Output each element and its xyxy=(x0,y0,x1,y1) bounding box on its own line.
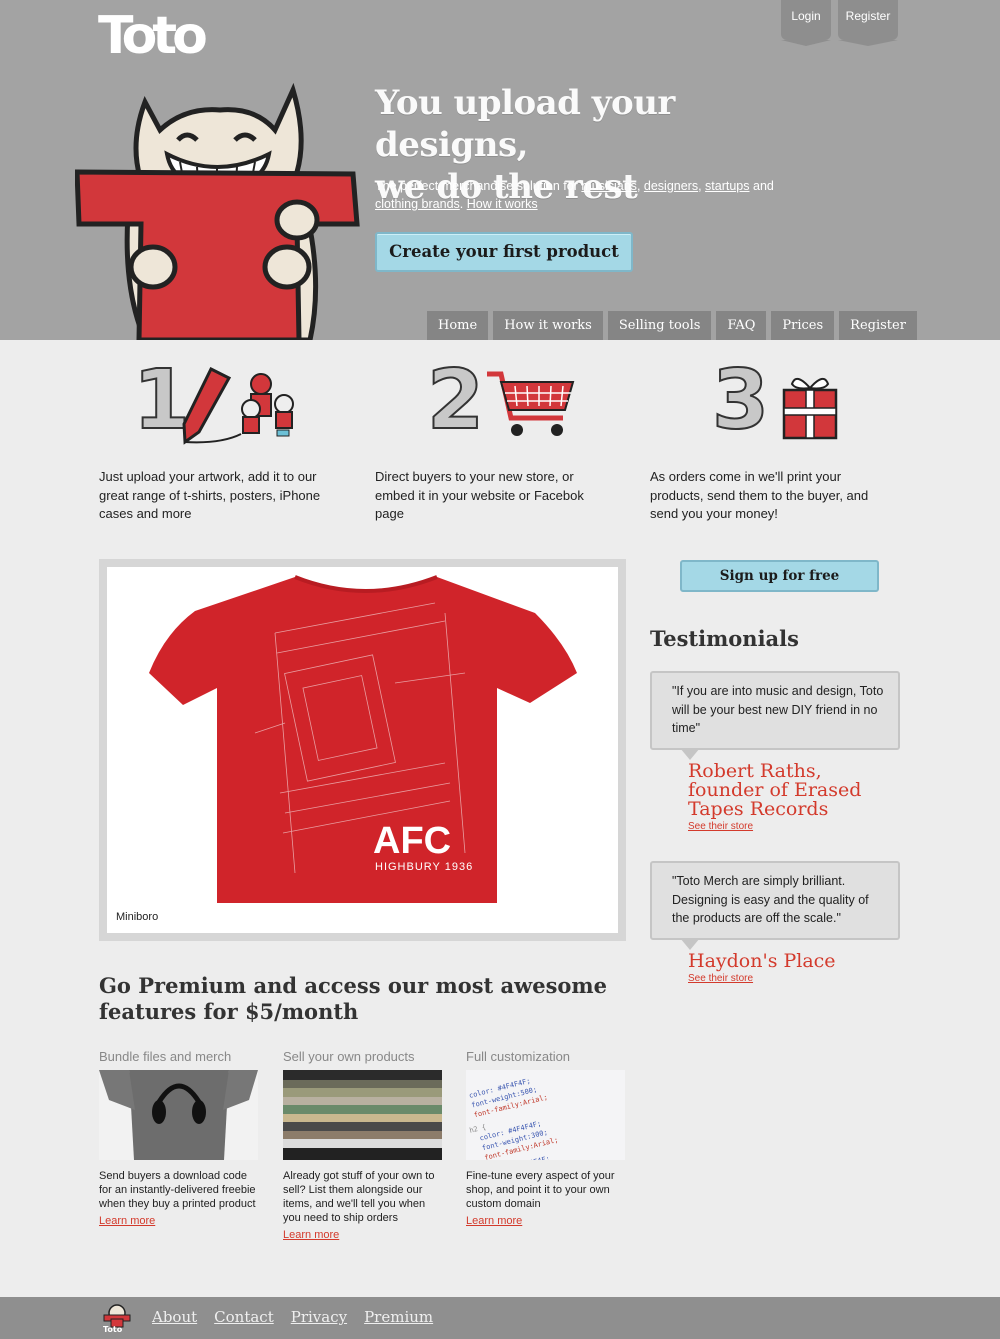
hero-subtitle: The perfect merchandise solution for mus… xyxy=(375,177,795,213)
create-product-button[interactable]: Create your first product xyxy=(375,232,633,272)
stacked-shirts-image xyxy=(283,1070,442,1160)
link-startups[interactable]: startups xyxy=(705,179,749,193)
testimonial-author: Robert Raths, founder of Erased Tapes Re… xyxy=(688,759,862,820)
step-direct-buyers-text: Direct buyers to your new store, or embe… xyxy=(375,469,584,521)
link-designers[interactable]: designers xyxy=(644,179,698,193)
shopping-cart-icon xyxy=(487,371,575,436)
testimonial-quote: "Toto Merch are simply brilliant. Design… xyxy=(650,861,900,949)
premium-feature-bundle: Bundle files and merch Send buyers a dow… xyxy=(99,1049,259,1229)
sign-up-button[interactable]: Sign up for free xyxy=(680,560,879,592)
nav-register[interactable]: Register xyxy=(839,311,917,340)
see-store-link[interactable]: See their store xyxy=(688,821,900,832)
learn-more-link[interactable]: Learn more xyxy=(466,1215,522,1227)
shirt-print-highbury: HIGHBURY 1936 xyxy=(375,861,473,873)
site-header: Toto Login Register You upload your desi… xyxy=(0,0,1000,340)
testimonial: "If you are into music and design, Toto … xyxy=(650,671,900,832)
footer-link-premium[interactable]: Premium xyxy=(364,1308,433,1326)
premium-feature-desc: Already got stuff of your own to sell? L… xyxy=(283,1170,435,1224)
premium-feature-title: Sell your own products xyxy=(283,1049,415,1064)
site-footer: Toto About Contact Privacy Premium xyxy=(0,1297,1000,1339)
nav-faq[interactable]: FAQ xyxy=(716,311,767,340)
mascot-illustration xyxy=(75,82,360,340)
testimonial-author: Haydon's Place xyxy=(688,949,836,972)
testimonials-heading: Testimonials xyxy=(650,626,799,651)
step-orders-graphic: 3 xyxy=(650,353,885,452)
premium-feature-customization: Full customization color: #4F4F4F; font-… xyxy=(466,1049,626,1229)
hero-sub-prefix: The perfect merchandise solution for xyxy=(375,179,582,193)
gift-icon xyxy=(782,377,838,440)
footer-logo-text: Toto xyxy=(103,1325,123,1333)
footer-links: About Contact Privacy Premium xyxy=(152,1308,433,1326)
step-number: 2 xyxy=(426,353,485,448)
hero-sub-sep: . xyxy=(459,197,467,211)
premium-feature-title: Bundle files and merch xyxy=(99,1049,232,1064)
headphones-tshirt-image xyxy=(99,1070,258,1160)
step-orders-text: As orders come in we'll print your produ… xyxy=(650,469,869,521)
nav-selling-tools[interactable]: Selling tools xyxy=(607,311,712,340)
footer-mascot-logo[interactable]: Toto xyxy=(101,1303,133,1333)
step-upload: 1 Just upload your artwork, add it to ou… xyxy=(99,359,334,524)
step-direct-buyers: 2 Direct buyers to your new store, or em… xyxy=(375,353,610,524)
hero-sub-sep: , xyxy=(636,179,644,193)
learn-more-link[interactable]: Learn more xyxy=(99,1215,155,1227)
pencil-icon xyxy=(182,366,294,445)
hero-title-line1: You upload your designs, xyxy=(375,83,675,165)
step-orders: 3 As orders come in we'll print your pro… xyxy=(650,353,885,524)
hero-sub-sep: and xyxy=(749,179,774,193)
premium-feature-sell: Sell your own products Already got stuff… xyxy=(283,1049,443,1243)
premium-feature-desc: Fine-tune every aspect of your shop, and… xyxy=(466,1170,615,1210)
featured-product[interactable]: AFC HIGHBURY 1936 Miniboro xyxy=(99,559,626,941)
footer-link-privacy[interactable]: Privacy xyxy=(291,1308,347,1326)
featured-caption: Miniboro xyxy=(116,911,159,923)
learn-more-link[interactable]: Learn more xyxy=(283,1229,339,1241)
premium-feature-desc: Send buyers a download code for an insta… xyxy=(99,1170,256,1210)
nav-home[interactable]: Home xyxy=(427,311,489,340)
premium-heading: Go Premium and access our most awesome f… xyxy=(99,973,607,1024)
see-store-link[interactable]: See their store xyxy=(688,973,900,984)
toto-logo[interactable]: Toto xyxy=(98,10,208,62)
red-tshirt-image: AFC HIGHBURY 1936 xyxy=(149,575,577,903)
footer-link-about[interactable]: About xyxy=(152,1308,197,1326)
login-button[interactable]: Login xyxy=(781,0,831,46)
hero-sub-sep: , xyxy=(698,179,706,193)
testimonial-quote: "If you are into music and design, Toto … xyxy=(650,671,900,759)
link-how-it-works[interactable]: How it works xyxy=(467,197,538,211)
step-direct-buyers-graphic: 2 xyxy=(375,353,610,452)
nav-prices[interactable]: Prices xyxy=(771,311,835,340)
main-nav: Home How it works Selling tools FAQ Pric… xyxy=(427,311,917,340)
code-screenshot-image: color: #4F4F4F; font-weight:500; font-fa… xyxy=(466,1070,625,1160)
link-clothing-brands[interactable]: clothing brands xyxy=(375,197,460,211)
testimonial: "Toto Merch are simply brilliant. Design… xyxy=(650,861,900,984)
step-upload-graphic: 1 xyxy=(99,359,334,452)
premium-feature-title: Full customization xyxy=(466,1049,571,1064)
link-musicians[interactable]: musicians xyxy=(581,179,637,193)
step-number: 3 xyxy=(711,353,770,448)
shirt-print-afc: AFC xyxy=(373,820,451,862)
nav-how-it-works[interactable]: How it works xyxy=(493,311,603,340)
register-button[interactable]: Register xyxy=(838,0,898,46)
step-upload-text: Just upload your artwork, add it to our … xyxy=(99,469,321,521)
footer-link-contact[interactable]: Contact xyxy=(214,1308,274,1326)
